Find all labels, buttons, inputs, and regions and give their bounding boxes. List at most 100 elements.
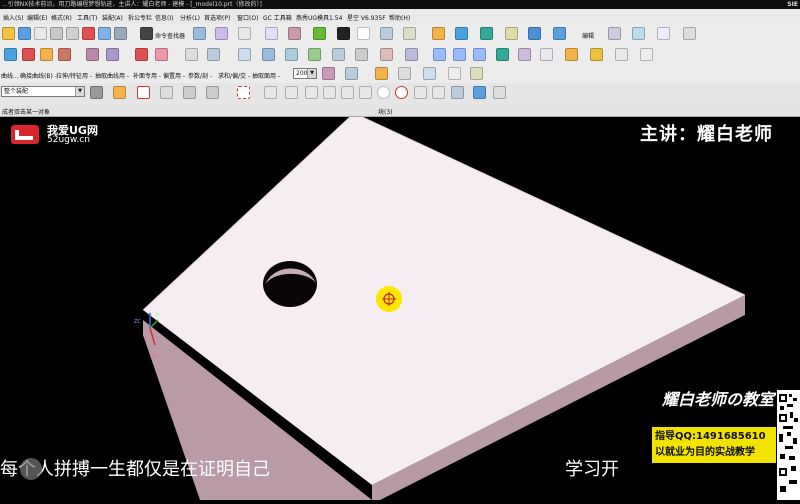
layer-icon[interactable] bbox=[322, 67, 335, 80]
sweep-icon[interactable] bbox=[308, 48, 321, 61]
select-all-icon[interactable] bbox=[113, 86, 126, 99]
sheet-icon[interactable] bbox=[455, 27, 468, 40]
menu-yanxiu-mold[interactable]: 燕秀UG模具1.54 bbox=[296, 13, 342, 22]
delete-icon[interactable] bbox=[82, 27, 95, 40]
view-cube-icon[interactable] bbox=[473, 86, 486, 99]
pocket-icon[interactable] bbox=[58, 48, 71, 61]
menu-info[interactable]: 信息(I) bbox=[155, 13, 173, 22]
open-icon[interactable] bbox=[2, 27, 15, 40]
trim-sheet-icon[interactable] bbox=[380, 48, 393, 61]
intersection-icon[interactable] bbox=[359, 86, 372, 99]
face-snap-icon[interactable] bbox=[451, 86, 464, 99]
trim-icon[interactable] bbox=[608, 27, 621, 40]
hide-icon[interactable] bbox=[423, 67, 436, 80]
point-icon[interactable] bbox=[414, 86, 427, 99]
hole-feature[interactable] bbox=[263, 261, 317, 307]
color-icon[interactable] bbox=[375, 67, 388, 80]
grid-icon[interactable] bbox=[433, 48, 446, 61]
menu-split-mold[interactable]: 拆公专栏 bbox=[128, 13, 152, 22]
tool-icon[interactable] bbox=[493, 86, 506, 99]
edit-label[interactable]: 编辑 bbox=[582, 31, 594, 40]
midpoint-icon[interactable] bbox=[285, 86, 298, 99]
invert-icon[interactable] bbox=[470, 67, 483, 80]
through-curves-icon[interactable] bbox=[262, 48, 275, 61]
grid2-icon[interactable] bbox=[453, 48, 466, 61]
ejector-icon[interactable] bbox=[590, 48, 603, 61]
menu-curve[interactable]: 曲线... bbox=[1, 71, 19, 80]
translucency-icon[interactable] bbox=[398, 67, 411, 80]
count-select[interactable]: 200 ▼ bbox=[293, 68, 317, 79]
menu-offset[interactable]: 偏置用 - bbox=[163, 71, 185, 80]
new-icon[interactable] bbox=[34, 27, 47, 40]
wireframe-icon[interactable] bbox=[357, 27, 370, 40]
layer2-icon[interactable] bbox=[345, 67, 358, 80]
control-point-icon[interactable] bbox=[323, 86, 336, 99]
curve-snap-icon[interactable] bbox=[341, 86, 354, 99]
undo-icon[interactable] bbox=[98, 27, 111, 40]
draft-icon[interactable] bbox=[155, 48, 168, 61]
sew-icon[interactable] bbox=[405, 48, 418, 61]
copy-icon[interactable] bbox=[50, 27, 63, 40]
menu-bridge-curve[interactable]: 确接曲线(B) - bbox=[20, 71, 57, 80]
solid-icon[interactable] bbox=[4, 48, 17, 61]
menu-window[interactable]: 窗口(O) bbox=[237, 13, 258, 22]
lasso-icon[interactable] bbox=[183, 86, 196, 99]
measure-icon[interactable] bbox=[288, 27, 301, 40]
chamfer-icon[interactable] bbox=[106, 48, 119, 61]
datum-icon[interactable] bbox=[238, 27, 251, 40]
menu-edit[interactable]: 编辑(E) bbox=[27, 13, 47, 22]
menu-extrude-feature[interactable]: 拉伸/特征用 - bbox=[56, 71, 92, 80]
move-icon[interactable] bbox=[683, 27, 696, 40]
center-icon[interactable] bbox=[377, 86, 390, 99]
existing-point-icon[interactable] bbox=[432, 86, 445, 99]
n-sided-icon[interactable] bbox=[355, 48, 368, 61]
menu-help[interactable]: 帮助(H) bbox=[389, 13, 410, 22]
feature-icon[interactable] bbox=[528, 27, 541, 40]
snap-icon[interactable] bbox=[193, 27, 206, 40]
sketch-icon[interactable] bbox=[215, 27, 228, 40]
boss-icon[interactable] bbox=[40, 48, 53, 61]
endpoint-icon[interactable] bbox=[264, 86, 277, 99]
insert-icon[interactable] bbox=[615, 48, 628, 61]
line-snap-icon[interactable] bbox=[305, 86, 318, 99]
split-icon[interactable] bbox=[496, 48, 509, 61]
menu-format[interactable]: 格式(R) bbox=[51, 13, 72, 22]
shade-icon[interactable] bbox=[337, 27, 350, 40]
command-finder-label[interactable]: 命令查找器 bbox=[155, 31, 185, 40]
box-select-icon[interactable] bbox=[160, 86, 173, 99]
menu-assembly[interactable]: 装配(A) bbox=[102, 13, 123, 22]
block-icon[interactable] bbox=[432, 27, 445, 40]
view-icon[interactable] bbox=[403, 27, 416, 40]
snap-face-icon[interactable] bbox=[206, 86, 219, 99]
shell-icon[interactable] bbox=[135, 48, 148, 61]
menu-preferences[interactable]: 首选项(P) bbox=[204, 13, 230, 22]
filter-icon[interactable] bbox=[90, 86, 103, 99]
blend-icon[interactable] bbox=[86, 48, 99, 61]
hole-icon[interactable] bbox=[22, 48, 35, 61]
slider-icon[interactable] bbox=[640, 48, 653, 61]
paste-icon[interactable] bbox=[66, 27, 79, 40]
quadrant-icon[interactable] bbox=[395, 86, 408, 99]
mold-base-icon[interactable] bbox=[565, 48, 578, 61]
transform-icon[interactable] bbox=[657, 27, 670, 40]
pick-icon[interactable] bbox=[137, 86, 150, 99]
extrude-icon[interactable] bbox=[480, 27, 493, 40]
command-finder-icon[interactable] bbox=[140, 27, 153, 40]
snap-box-icon[interactable] bbox=[237, 86, 250, 99]
mesh-icon[interactable] bbox=[285, 48, 298, 61]
menu-gc-toolbox[interactable]: GC 工具箱 bbox=[263, 13, 292, 22]
save-icon[interactable] bbox=[18, 27, 31, 40]
menu-extract-curve[interactable]: 抽取曲线用 - bbox=[95, 71, 129, 80]
menu-extract-face[interactable]: 抽取面用 - bbox=[252, 71, 280, 80]
menu-xingkong[interactable]: 星空 V6.935F bbox=[347, 13, 386, 22]
assembly-icon[interactable] bbox=[553, 27, 566, 40]
filter-select[interactable]: 整个装配 ▼ bbox=[1, 86, 85, 97]
menu-insert[interactable]: 插入(S) bbox=[3, 13, 24, 22]
surface-icon[interactable] bbox=[238, 48, 251, 61]
menu-boolean[interactable]: 求和/偏/交 - bbox=[218, 71, 250, 80]
patch-icon[interactable] bbox=[540, 48, 553, 61]
menu-patch[interactable]: 补面专用 - bbox=[133, 71, 161, 80]
redo-icon[interactable] bbox=[114, 27, 127, 40]
select-icon[interactable] bbox=[265, 27, 278, 40]
sphere-icon[interactable] bbox=[313, 27, 326, 40]
